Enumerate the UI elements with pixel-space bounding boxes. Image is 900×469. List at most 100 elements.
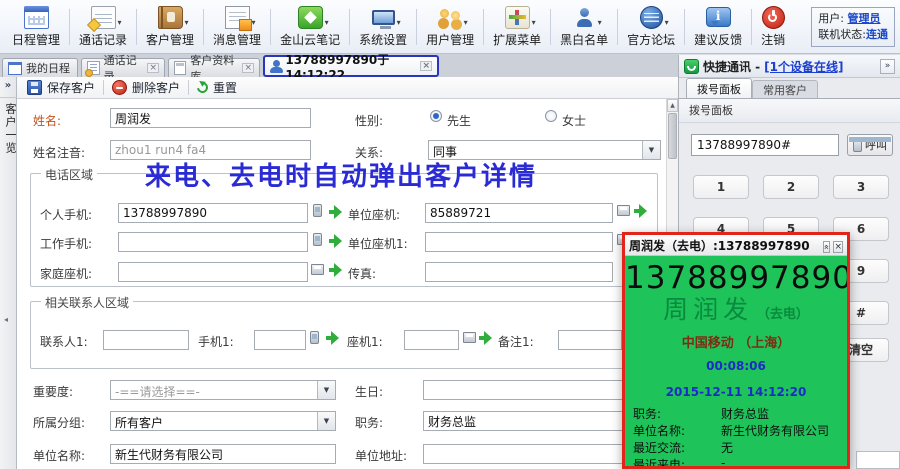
extend-menu-icon [505, 6, 530, 29]
call-log-icon [91, 6, 116, 29]
birthday-input[interactable] [423, 380, 637, 400]
scroll-up-arrow[interactable]: ▲ [667, 99, 678, 112]
chevron-down-icon[interactable]: ▼ [317, 412, 335, 430]
save-customer-button[interactable]: 保存客户 [27, 79, 95, 96]
position-label: 职务: [355, 414, 383, 431]
keypad-2[interactable]: 2 [763, 175, 819, 199]
office-phone-input[interactable] [425, 203, 613, 223]
toolbar-item-feedback[interactable]: 建议反馈 [687, 2, 749, 52]
dial-out-icon[interactable] [479, 331, 493, 344]
home-phone-input[interactable] [118, 262, 308, 282]
mobile-phone-icon[interactable] [313, 233, 322, 246]
toolbar-item-call-log[interactable]: 通话记录 [72, 2, 134, 52]
call-popup-body: 13788997890 周润发 （去电） 中国移动 （上海） 00:08:06 … [625, 256, 847, 466]
position-input[interactable] [423, 411, 637, 431]
toolbar-item-schedule[interactable]: 日程管理 [5, 2, 67, 52]
icon-wrap [706, 5, 731, 29]
tab-frequent-customers[interactable]: 常用客户 [752, 80, 818, 98]
tab-customer-database[interactable]: 客户资料库 × [168, 58, 260, 77]
reset-button[interactable]: 重置 [197, 79, 237, 96]
note1-input[interactable] [558, 330, 622, 350]
toolbar-separator [684, 9, 685, 45]
detail-value: 无 [721, 439, 733, 456]
close-icon[interactable]: × [242, 63, 254, 73]
tab-call-log[interactable]: 通话记录 × [81, 58, 165, 77]
company-input[interactable] [110, 444, 336, 464]
dial-out-icon[interactable] [329, 263, 343, 276]
office-phone1-input[interactable] [425, 232, 613, 252]
toolbar-item-official-forum[interactable]: 官方论坛 [620, 2, 682, 52]
address-input[interactable] [423, 444, 637, 464]
dial-out-icon[interactable] [634, 204, 648, 217]
dial-out-icon[interactable] [329, 234, 343, 247]
tab-my-schedule[interactable]: 我的日程 [2, 58, 78, 77]
call-popup-titlebar[interactable]: 周润发（去电）:13788997890 »× [625, 235, 847, 256]
contact1-input[interactable] [103, 330, 189, 350]
delete-customer-button[interactable]: 删除客户 [112, 79, 180, 96]
delete-icon [112, 80, 127, 95]
keypad-1[interactable]: 1 [693, 175, 749, 199]
expand-panel-button[interactable]: » [0, 77, 16, 98]
user-label: 用户: [818, 12, 844, 25]
toolbar-item-label: 通话记录 [79, 31, 127, 48]
fax-input[interactable] [425, 262, 613, 282]
user-name-link[interactable]: 管理员 [848, 12, 881, 25]
toolbar-item-customer-management[interactable]: 客户管理 [139, 2, 201, 52]
calendar-icon [8, 62, 22, 75]
landline1-input[interactable] [404, 330, 459, 350]
toolbar-item-logout[interactable]: 注销 [754, 2, 792, 52]
toolbar-item-system-settings[interactable]: 系统设置 [352, 2, 414, 52]
relation-select[interactable]: 同事 ▼ [428, 140, 661, 160]
calendar-icon [24, 6, 49, 29]
devices-online-link[interactable]: [1个设备在线] [764, 58, 843, 75]
collapse-popup-button[interactable]: » [823, 241, 831, 253]
toolbar-item-user-management[interactable]: 用户管理 [419, 2, 481, 52]
collapse-panel-button[interactable]: » [880, 59, 895, 74]
group-select[interactable]: 所有客户 ▼ [110, 411, 336, 431]
toolbar-item-message-management[interactable]: 消息管理 [206, 2, 268, 52]
keypad-3[interactable]: 3 [833, 175, 889, 199]
mobile1-input[interactable] [254, 330, 306, 350]
gender-female-radio[interactable] [545, 110, 557, 122]
toolbar-item-extend-menu[interactable]: 扩展菜单 [486, 2, 548, 52]
toolbar-item-blackwhite-list[interactable]: 黑白名单 [553, 2, 615, 52]
tab-dial-pad[interactable]: 拨号面板 [686, 78, 752, 98]
toolbar-item-kingsoft-note[interactable]: 金山云笔记 [273, 2, 347, 52]
chevron-up-icon: » [821, 244, 833, 250]
relation-label: 关系: [355, 144, 383, 161]
chevron-down-icon[interactable]: ▼ [642, 141, 660, 159]
personal-mobile-input[interactable] [118, 203, 308, 223]
gender-male-radio[interactable] [430, 110, 442, 122]
importance-select[interactable]: -==请选择==- ▼ [110, 380, 336, 400]
scrollbar-thumb[interactable] [668, 113, 677, 159]
work-mobile-input[interactable] [118, 232, 308, 252]
group-value: 所有客户 [115, 414, 163, 431]
customer-list-strip-title[interactable]: 客户一览 [2, 103, 18, 155]
close-icon[interactable]: × [420, 61, 432, 71]
detail-label: 职务: [633, 405, 721, 422]
detail-row-recent-call: 最近来电: - [633, 456, 843, 466]
dial-out-icon[interactable] [329, 205, 343, 218]
icon-wrap [439, 5, 462, 29]
splitter-arrow-icon[interactable]: ◂ [4, 315, 8, 324]
fax-label: 传真: [348, 265, 376, 282]
dial-out-icon[interactable] [326, 331, 340, 344]
landline-phone-icon[interactable] [617, 205, 630, 216]
status-label: 联机状态: [818, 28, 866, 41]
mobile-phone-icon[interactable] [310, 331, 319, 344]
mobile-phone-icon[interactable] [313, 204, 322, 217]
name-input[interactable] [110, 108, 311, 128]
landline-phone-icon[interactable] [463, 332, 476, 343]
call-button[interactable]: 呼叫 [847, 134, 893, 156]
chevron-down-icon[interactable]: ▼ [317, 381, 335, 399]
pinyin-label: 姓名注音: [33, 144, 85, 161]
dial-pad-section-title: 拨号面板 [679, 98, 900, 123]
user-status-box: 用户: 管理员 联机状态:连通 [811, 7, 895, 47]
close-icon[interactable]: × [147, 63, 159, 73]
toolbar-item-label: 建议反馈 [694, 31, 742, 48]
dial-number-input[interactable] [691, 134, 839, 156]
tab-active-call[interactable]: 13788997890于14:12:22 × [263, 55, 439, 77]
pinyin-input[interactable] [110, 140, 311, 160]
landline-phone-icon[interactable] [311, 264, 324, 275]
close-popup-button[interactable]: × [833, 241, 843, 253]
